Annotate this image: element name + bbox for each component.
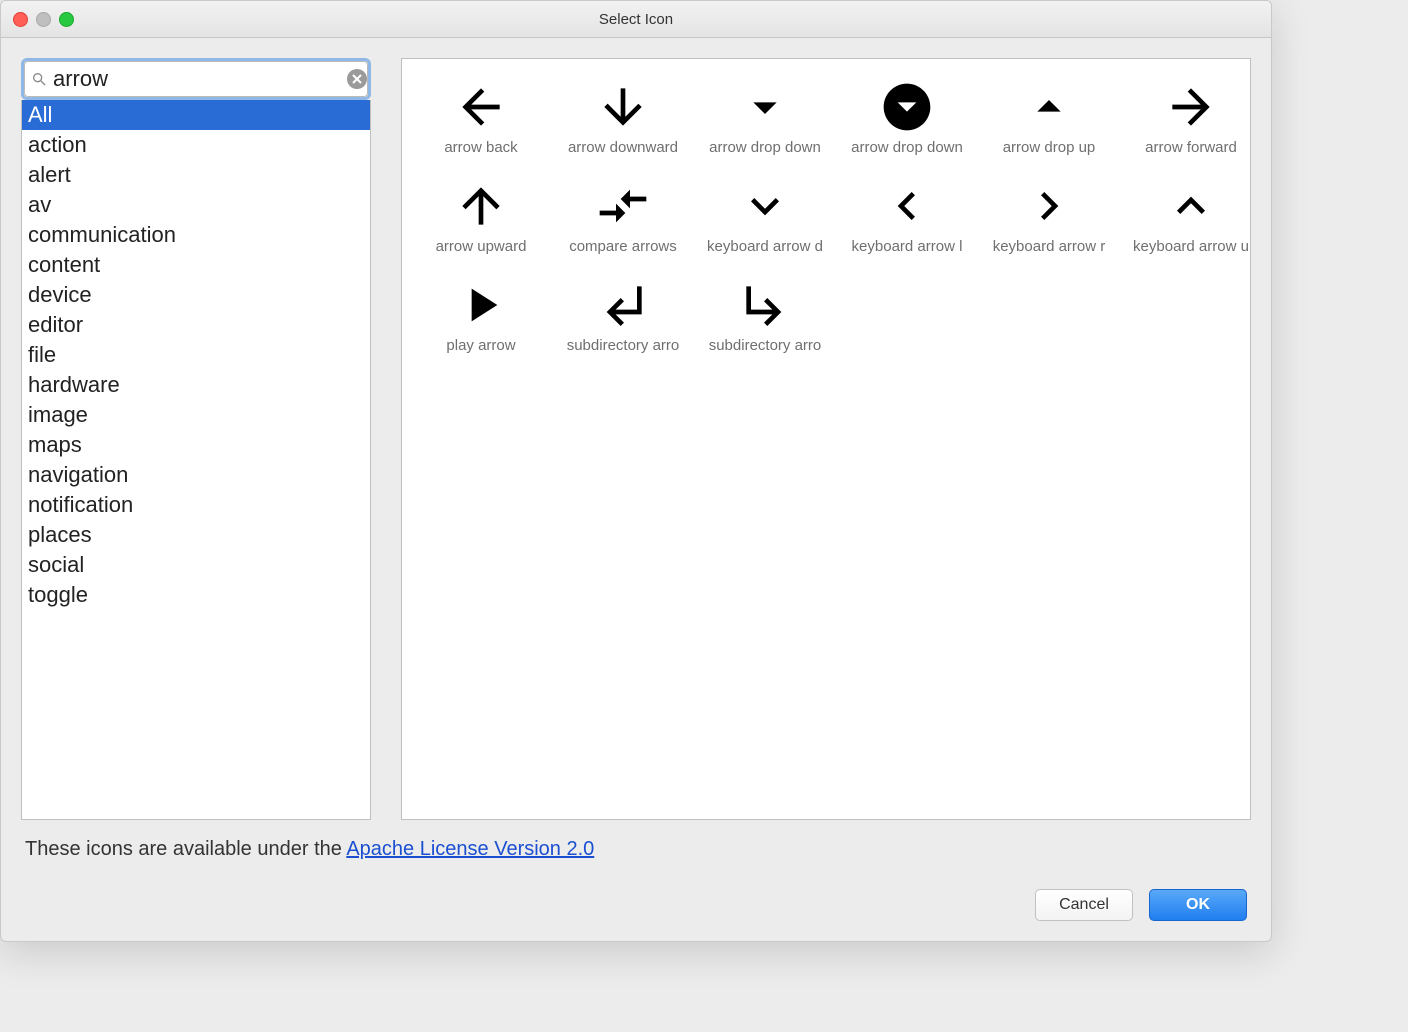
category-item-alert[interactable]: alert	[22, 160, 370, 190]
window-controls	[13, 12, 74, 27]
category-item-communication[interactable]: communication	[22, 220, 370, 250]
arrow-forward-icon	[1159, 75, 1223, 139]
category-item-hardware[interactable]: hardware	[22, 370, 370, 400]
icon-results-panel: arrow back arrow downward arrow drop down a…	[401, 58, 1251, 820]
icon-label: arrow forward	[1145, 139, 1237, 156]
icon-cell-play-arrow[interactable]: play arrow	[412, 267, 550, 362]
titlebar: Select Icon	[1, 1, 1271, 38]
category-item-file[interactable]: file	[22, 340, 370, 370]
icon-cell-arrow-upward[interactable]: arrow upward	[412, 168, 550, 263]
search-input[interactable]	[47, 66, 347, 92]
icon-cell-subdirectory-arrow-right[interactable]: subdirectory arro	[696, 267, 834, 362]
ok-button[interactable]: OK	[1149, 889, 1247, 921]
arrow-upward-icon	[449, 174, 513, 238]
icon-label: arrow upward	[436, 238, 527, 255]
category-item-all[interactable]: All	[22, 100, 370, 130]
icon-label: arrow drop down	[851, 139, 963, 156]
icon-cell-keyboard-arrow-left[interactable]: keyboard arrow l	[838, 168, 976, 263]
category-list[interactable]: Allactionalertavcommunicationcontentdevi…	[21, 100, 371, 820]
keyboard-arrow-up-icon	[1159, 174, 1223, 238]
category-item-notification[interactable]: notification	[22, 490, 370, 520]
search-icon	[31, 71, 47, 87]
icon-label: subdirectory arro	[567, 337, 680, 354]
icon-cell-keyboard-arrow-down[interactable]: keyboard arrow d	[696, 168, 834, 263]
subdirectory-arrow-right-icon	[733, 273, 797, 337]
icon-label: play arrow	[446, 337, 515, 354]
category-item-action[interactable]: action	[22, 130, 370, 160]
compare-arrows-icon	[591, 174, 655, 238]
icon-cell-arrow-drop-down-circle[interactable]: arrow drop down	[838, 69, 976, 164]
icon-label: arrow downward	[568, 139, 678, 156]
license-link[interactable]: Apache License Version 2.0	[346, 838, 594, 860]
select-icon-dialog: Select Icon Allactionalertavcommunicatio…	[0, 0, 1272, 942]
icon-cell-arrow-downward[interactable]: arrow downward	[554, 69, 692, 164]
zoom-window-button[interactable]	[59, 12, 74, 27]
icon-label: keyboard arrow u	[1133, 238, 1249, 255]
icon-cell-subdirectory-arrow-left[interactable]: subdirectory arro	[554, 267, 692, 362]
keyboard-arrow-down-icon	[733, 174, 797, 238]
icon-cell-arrow-back[interactable]: arrow back	[412, 69, 550, 164]
category-item-places[interactable]: places	[22, 520, 370, 550]
category-item-image[interactable]: image	[22, 400, 370, 430]
arrow-drop-down-icon	[733, 75, 797, 139]
arrow-back-icon	[449, 75, 513, 139]
icon-label: compare arrows	[569, 238, 677, 255]
arrow-drop-up-icon	[1017, 75, 1081, 139]
play-arrow-icon	[449, 273, 513, 337]
keyboard-arrow-right-icon	[1017, 174, 1081, 238]
license-text: These icons are available under the Apac…	[25, 838, 1247, 861]
close-icon	[352, 74, 362, 84]
arrow-drop-down-circle-icon	[875, 75, 939, 139]
subdirectory-arrow-left-icon	[591, 273, 655, 337]
icon-cell-arrow-drop-down[interactable]: arrow drop down	[696, 69, 834, 164]
icon-label: keyboard arrow d	[707, 238, 823, 255]
category-item-maps[interactable]: maps	[22, 430, 370, 460]
minimize-window-button[interactable]	[36, 12, 51, 27]
icon-cell-arrow-drop-up[interactable]: arrow drop up	[980, 69, 1118, 164]
cancel-button[interactable]: Cancel	[1035, 889, 1133, 921]
icon-cell-arrow-forward[interactable]: arrow forward	[1122, 69, 1251, 164]
icon-label: subdirectory arro	[709, 337, 822, 354]
arrow-downward-icon	[591, 75, 655, 139]
category-item-av[interactable]: av	[22, 190, 370, 220]
window-title: Select Icon	[1, 11, 1271, 28]
category-item-editor[interactable]: editor	[22, 310, 370, 340]
category-item-navigation[interactable]: navigation	[22, 460, 370, 490]
category-item-content[interactable]: content	[22, 250, 370, 280]
icon-label: arrow back	[444, 139, 517, 156]
category-item-device[interactable]: device	[22, 280, 370, 310]
close-window-button[interactable]	[13, 12, 28, 27]
search-field	[24, 61, 368, 97]
icon-cell-keyboard-arrow-up[interactable]: keyboard arrow u	[1122, 168, 1251, 263]
icon-cell-compare-arrows[interactable]: compare arrows	[554, 168, 692, 263]
keyboard-arrow-left-icon	[875, 174, 939, 238]
icon-label: arrow drop down	[709, 139, 821, 156]
icon-label: keyboard arrow l	[852, 238, 963, 255]
category-item-social[interactable]: social	[22, 550, 370, 580]
category-item-toggle[interactable]: toggle	[22, 580, 370, 610]
clear-search-button[interactable]	[347, 69, 367, 89]
icon-label: keyboard arrow r	[993, 238, 1106, 255]
icon-cell-keyboard-arrow-right[interactable]: keyboard arrow r	[980, 168, 1118, 263]
icon-label: arrow drop up	[1003, 139, 1096, 156]
